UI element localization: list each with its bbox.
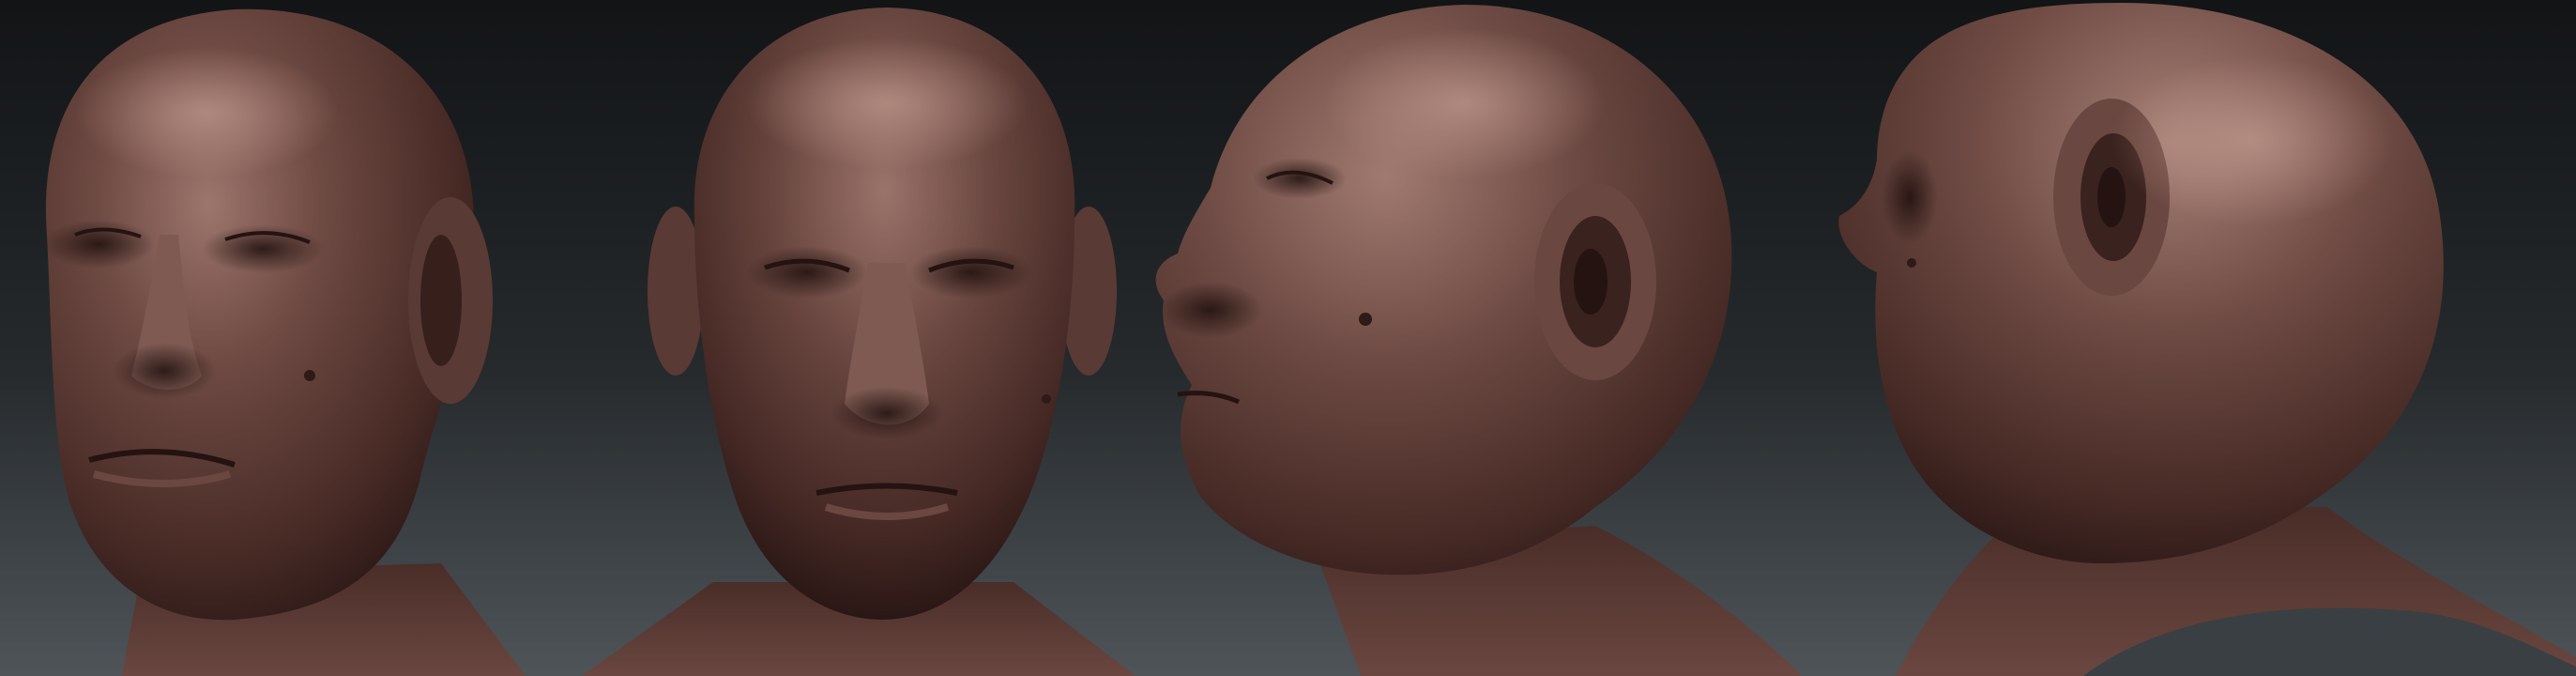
sculpt-render-viewport	[0, 0, 2576, 676]
sculpt-render-image	[0, 0, 2576, 676]
